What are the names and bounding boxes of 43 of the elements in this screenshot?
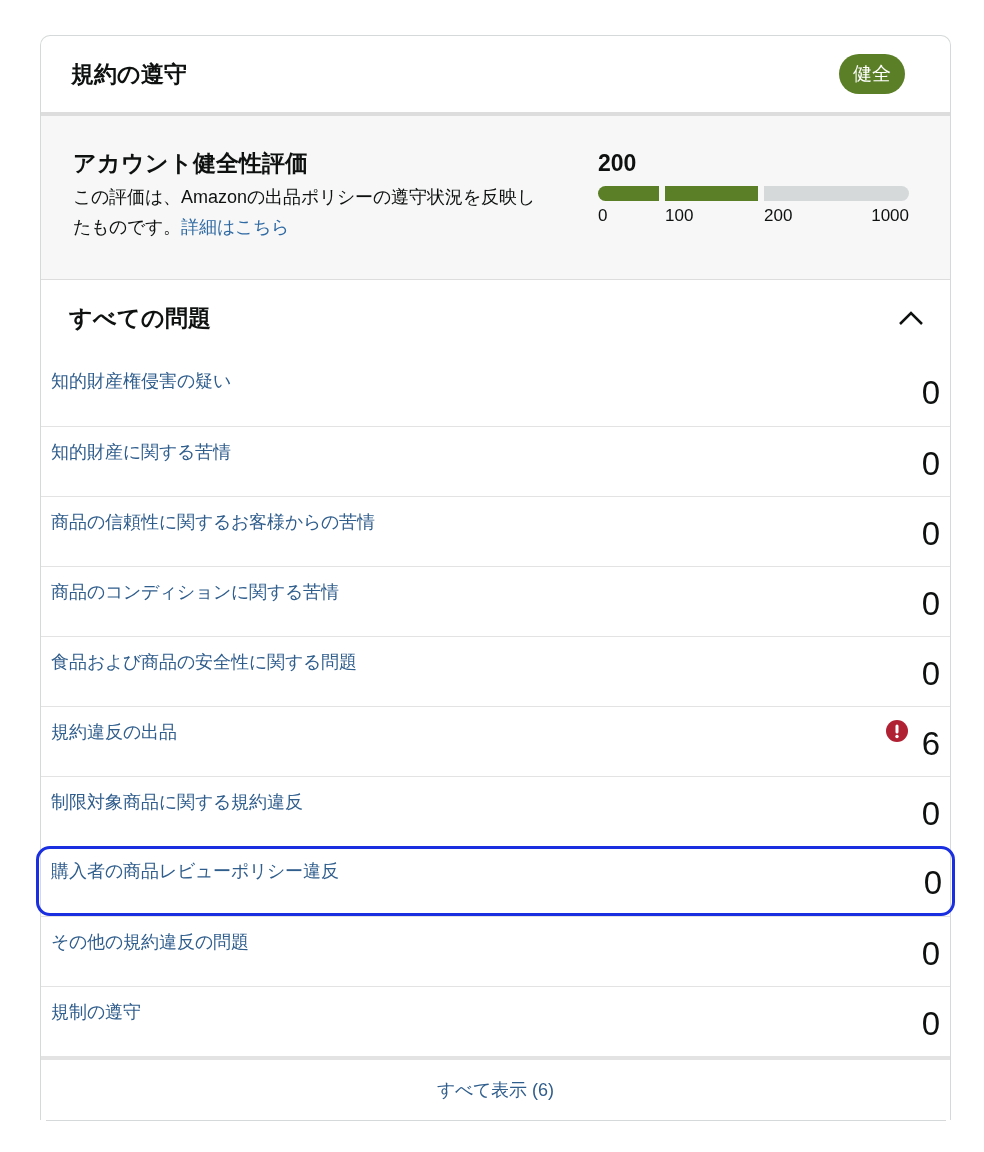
issue-row[interactable]: 食品および商品の安全性に関する問題 0 [41,636,950,706]
issue-label: 購入者の商品レビューポリシー違反 [51,860,339,883]
issue-label: 知的財産に関する苦情 [51,441,231,464]
score-value: 200 [598,149,638,178]
section-title: すべての問題 [69,303,211,333]
issue-count: 0 [921,1004,940,1044]
issue-row[interactable]: 知的財産権侵害の疑い 0 [41,356,950,426]
issue-count: 0 [921,934,940,974]
meter-tick-label: 1000 [871,205,909,227]
meter-tick-label: 0 [598,205,608,227]
status-badge: 健全 [839,53,905,95]
issue-count: 0 [921,514,940,554]
issue-label: 制限対象商品に関する規約違反 [51,791,303,814]
issue-label: 商品の信頼性に関するお客様からの苦情 [51,511,375,534]
meter-tick-label: 100 [665,205,694,227]
rating-description: この評価は、Amazonの出品ポリシーの遵守状況を反映したものです。詳細はこちら [73,186,537,239]
issue-label: 知的財産権侵害の疑い [51,370,231,393]
show-all-link[interactable]: すべて表示 (6) [437,1076,554,1104]
issue-count: 0 [921,584,940,624]
meter-tick-label: 200 [764,205,793,227]
rating-title: アカウント健全性評価 [73,149,309,178]
issue-row[interactable]: 商品のコンディションに関する苦情 0 [41,566,950,636]
issue-row[interactable]: その他の規約違反の問題 0 [41,916,950,986]
issue-label: 規約違反の出品 [51,721,177,744]
issue-label: 規制の遵守 [51,1001,141,1024]
issue-row[interactable]: 規約違反の出品 6 [41,706,950,776]
issue-label: 食品および商品の安全性に関する問題 [51,651,357,674]
issue-label: その他の規約違反の問題 [51,931,249,954]
issue-row[interactable]: 規制の遵守 0 [41,986,950,1056]
issue-count: 0 [921,654,940,694]
chevron-icon [898,310,924,326]
issue-row[interactable]: 制限対象商品に関する規約違反 0 [41,776,950,846]
issue-count: 0 [923,863,942,903]
issue-label: 商品のコンディションに関する苦情 [51,581,339,604]
issue-row[interactable]: 購入者の商品レビューポリシー違反 0 [36,846,955,916]
details-link[interactable]: 詳細はこちら [181,217,289,237]
issue-count: 0 [921,444,940,484]
issue-count: 0 [921,373,940,413]
issue-count: 6 [921,724,940,764]
issue-row[interactable]: 知的財産に関する苦情 0 [41,426,950,496]
card-title: 規約の遵守 [71,59,187,89]
issue-row[interactable]: 商品の信頼性に関するお客様からの苦情 0 [41,496,950,566]
issue-count: 0 [921,794,940,834]
